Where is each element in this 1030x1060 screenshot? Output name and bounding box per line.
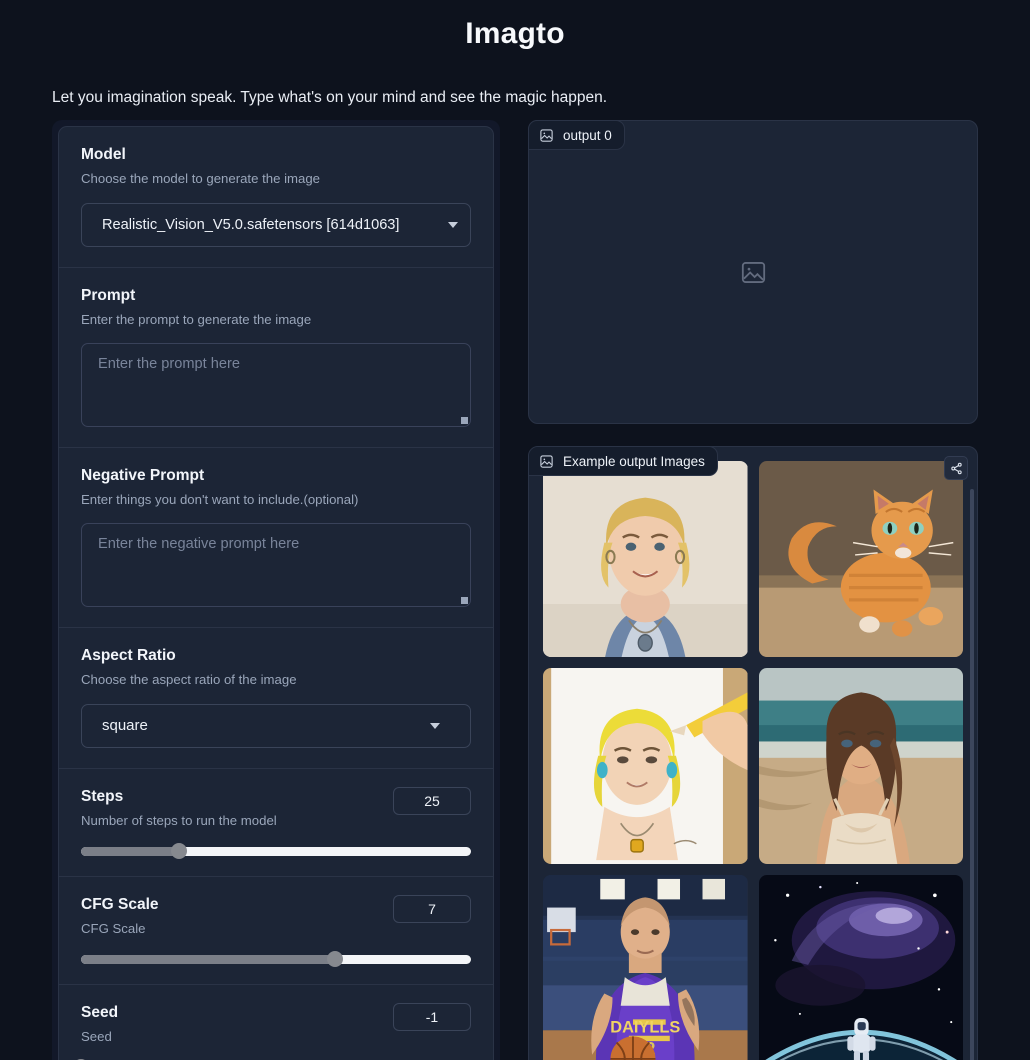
- seed-header: Seed Seed -1: [81, 1002, 471, 1046]
- cfg-scale-number-input[interactable]: 7: [393, 894, 471, 923]
- steps-slider-thumb[interactable]: [170, 843, 187, 860]
- resize-handle-icon[interactable]: [461, 416, 468, 424]
- model-select[interactable]: Realistic_Vision_V5.0.safetensors [614d1…: [81, 202, 471, 247]
- gallery-item[interactable]: [758, 461, 963, 657]
- gallery-grid: DAIYLLS 12: [543, 461, 963, 1060]
- steps-label: Steps: [81, 787, 124, 805]
- seed-label: Seed: [81, 1003, 119, 1021]
- gallery-item[interactable]: DAIYLLS 12: [543, 875, 748, 1060]
- negative-prompt-input[interactable]: Enter the negative prompt here: [81, 522, 471, 607]
- model-field: Model Choose the model to generate the i…: [59, 127, 493, 268]
- svg-text:DAIYLLS: DAIYLLS: [610, 1018, 680, 1036]
- aspect-ratio-label: Aspect Ratio: [81, 646, 176, 664]
- gallery-tab-label: Example output Images: [563, 453, 705, 469]
- aspect-ratio-description: Choose the aspect ratio of the image: [81, 672, 297, 687]
- image-icon: [540, 454, 553, 468]
- cfg-scale-field: CFG Scale CFG Scale 7: [59, 877, 493, 985]
- cfg-scale-label: CFG Scale: [81, 895, 159, 913]
- example-gallery-panel: Example output Images DAIYLLS: [528, 446, 978, 1060]
- page-title: Imagto: [465, 17, 565, 50]
- steps-slider[interactable]: [81, 843, 471, 860]
- output-column: output 0 Example output Images DAIYLLS: [528, 120, 978, 1060]
- gallery-item[interactable]: [543, 668, 748, 864]
- seed-number-input[interactable]: -1: [393, 1002, 471, 1031]
- cfg-scale-slider-thumb[interactable]: [326, 951, 343, 968]
- image-icon: [540, 128, 553, 142]
- model-description: Choose the model to generate the image: [81, 171, 320, 187]
- seed-field: Seed Seed -1: [59, 985, 493, 1060]
- share-icon: [950, 462, 962, 474]
- model-label: Model: [81, 146, 126, 163]
- image-placeholder-icon: [741, 261, 765, 283]
- cfg-scale-slider-fill: [81, 954, 335, 964]
- prompt-input[interactable]: Enter the prompt here: [81, 342, 471, 427]
- seed-description: Seed: [81, 1028, 112, 1044]
- cfg-scale-description: CFG Scale: [81, 920, 146, 936]
- prompt-label: Prompt: [81, 286, 136, 304]
- aspect-ratio-field: Aspect Ratio Choose the aspect ratio of …: [59, 628, 493, 769]
- aspect-ratio-select[interactable]: square: [81, 703, 471, 748]
- negative-prompt-field: Negative Prompt Enter things you don't w…: [59, 448, 493, 628]
- app-shell: Model Choose the model to generate the i…: [52, 120, 978, 1060]
- negative-prompt-label: Negative Prompt: [81, 466, 205, 484]
- model-select-value: Realistic_Vision_V5.0.safetensors [614d1…: [102, 216, 400, 233]
- share-button[interactable]: [944, 456, 968, 480]
- negative-prompt-placeholder: Enter the negative prompt here: [98, 535, 300, 552]
- output-tab: output 0: [528, 120, 625, 150]
- prompt-description: Enter the prompt to generate the image: [81, 312, 312, 328]
- page-subtitle: Let you imagination speak. Type what's o…: [52, 89, 607, 106]
- settings-card: Model Choose the model to generate the i…: [58, 126, 494, 1060]
- steps-slider-fill: [81, 846, 179, 856]
- steps-number-input[interactable]: 25: [393, 786, 471, 815]
- prompt-placeholder: Enter the prompt here: [98, 355, 240, 372]
- prompt-field: Prompt Enter the prompt to generate the …: [59, 268, 493, 448]
- gallery-item[interactable]: [758, 668, 963, 864]
- gallery-item[interactable]: [758, 875, 963, 1060]
- steps-field: Steps Number of steps to run the model 2…: [59, 769, 493, 877]
- output-tab-label: output 0: [563, 127, 612, 143]
- gallery-tab: Example output Images: [529, 447, 718, 476]
- cfg-scale-header: CFG Scale CFG Scale 7: [81, 894, 471, 938]
- chevron-down-icon: [430, 722, 440, 729]
- output-empty-state: [529, 121, 977, 423]
- aspect-ratio-select-value: square: [102, 717, 148, 735]
- resize-handle-icon[interactable]: [461, 596, 468, 604]
- cfg-scale-slider[interactable]: [81, 951, 471, 968]
- gallery-scrollbar[interactable]: [970, 489, 974, 1060]
- negative-prompt-description: Enter things you don't want to include.(…: [81, 492, 359, 508]
- steps-header: Steps Number of steps to run the model 2…: [81, 786, 471, 830]
- steps-description: Number of steps to run the model: [81, 812, 277, 828]
- settings-column: Model Choose the model to generate the i…: [52, 120, 500, 1060]
- chevron-down-icon: [448, 221, 458, 228]
- gallery-item[interactable]: [543, 461, 748, 657]
- output-panel: output 0: [528, 120, 978, 424]
